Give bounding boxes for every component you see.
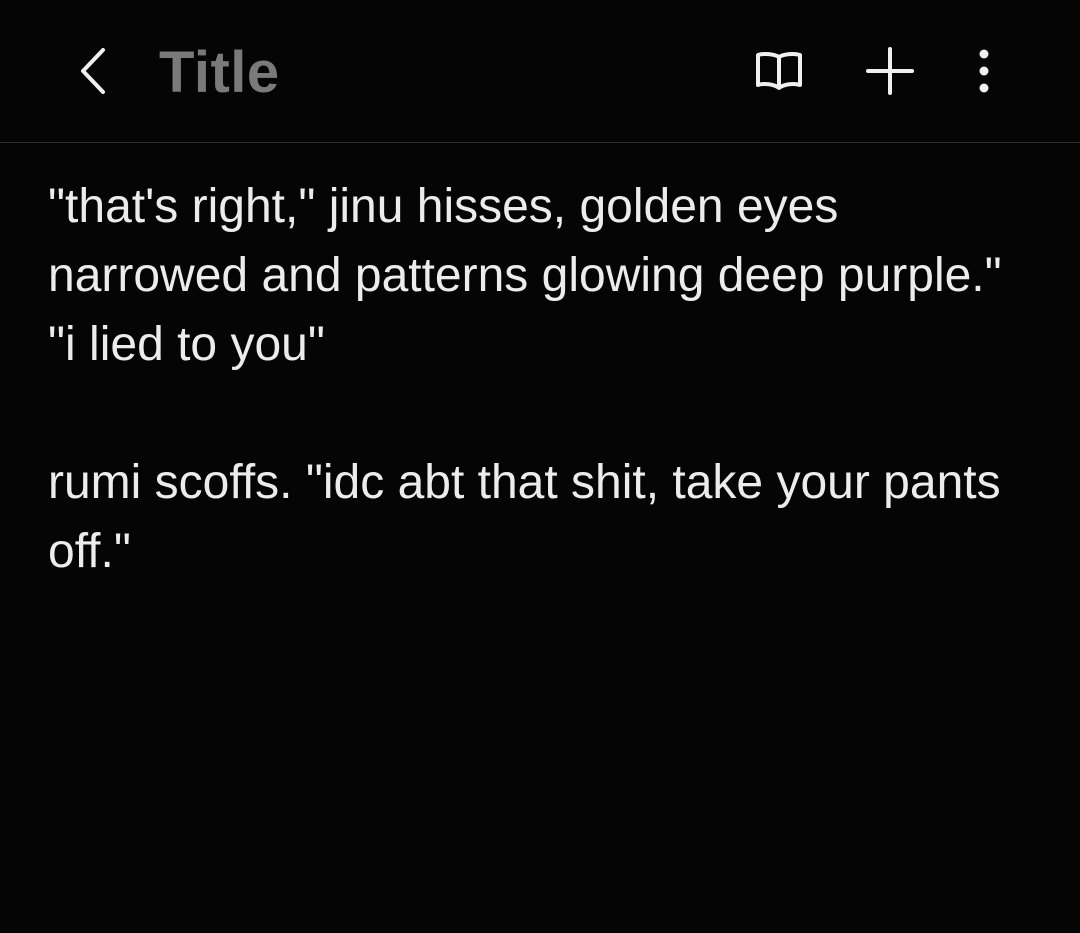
note-body-editor[interactable]: "that's right," jinu hisses, golden eyes…: [48, 172, 1038, 655]
note-paragraph: rumi scoffs. "idc abt that shit, take yo…: [48, 456, 1014, 578]
open-book-icon: [756, 51, 802, 90]
more-vertical-icon: [979, 49, 989, 93]
plus-icon: [866, 47, 914, 95]
top-app-bar: Title: [0, 0, 1080, 143]
add-button[interactable]: [857, 38, 923, 104]
reading-mode-button[interactable]: [746, 38, 812, 104]
chevron-left-icon: [81, 48, 105, 94]
note-title-field[interactable]: Title: [159, 40, 280, 106]
more-options-button[interactable]: [951, 38, 1017, 104]
back-button[interactable]: [60, 38, 126, 104]
note-paragraph: "that's right," jinu hisses, golden eyes…: [48, 180, 1016, 371]
